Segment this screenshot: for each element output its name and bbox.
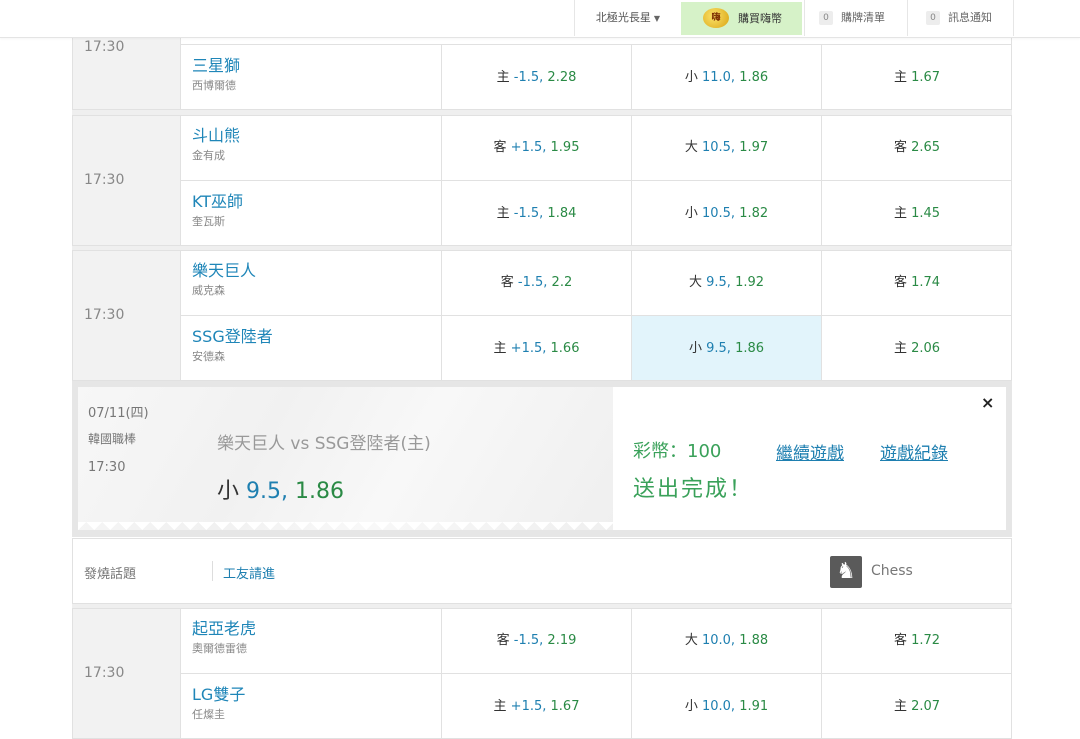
game-history-link[interactable]: 遊戲紀錄: [880, 439, 948, 464]
game-block: 17:30 斗山熊 金有成 客 +1.5, 1.95 大 10.5, 1.97 …: [72, 115, 1012, 246]
bet-slip-count: 0: [819, 11, 833, 25]
user-name: 北極光長星: [595, 11, 651, 24]
bet-date: 07/11(四): [88, 406, 149, 421]
game-block: 17:30 三星獅 西博爾德 主 -1.5, 2.28 小 11.0, 1.86…: [72, 29, 1012, 110]
game-block: 17:30 起亞老虎 奧爾德雷德 客 -1.5, 2.19 大 10.0, 1.…: [72, 608, 1012, 739]
confirmation-card: 07/11(四) 韓國職棒 17:30 樂天巨人 vs SSG登陸者(主) 小 …: [78, 387, 1006, 530]
close-icon[interactable]: ×: [981, 393, 994, 412]
block-border: [72, 115, 1012, 246]
submit-complete-message: 送出完成！: [633, 477, 754, 502]
bet-slip-button[interactable]: 0 購牌清單: [804, 0, 907, 36]
hot-topics-bar: 發燒話題 工友請進 ♞ Chess: [72, 538, 1012, 604]
chevron-down-icon: ▼: [653, 14, 661, 23]
hot-topic-link[interactable]: 工友請進: [223, 563, 275, 582]
top-bar: 北極光長星 ▼ 嗨 購買嗨幣 0 購牌清單 0 訊息通知: [0, 0, 1080, 38]
hot-topics-label: 發燒話題: [84, 567, 137, 582]
chess-label[interactable]: Chess: [871, 563, 913, 579]
bet-time: 17:30: [88, 460, 126, 475]
notifications-button[interactable]: 0 訊息通知: [907, 0, 1014, 36]
user-menu[interactable]: 北極光長星 ▼: [574, 0, 681, 36]
bet-slip-label: 購牌清單: [841, 11, 885, 24]
bet-matchup: 樂天巨人 vs SSG登陸者(主): [217, 434, 431, 454]
notifications-label: 訊息通知: [948, 11, 992, 24]
buy-coins-button[interactable]: 嗨 購買嗨幣: [681, 2, 802, 35]
coin-icon: 嗨: [703, 8, 729, 28]
buy-coins-label: 購買嗨幣: [738, 12, 782, 25]
chess-icon[interactable]: ♞: [830, 556, 862, 588]
bet-summary: 07/11(四) 韓國職棒 17:30 樂天巨人 vs SSG登陸者(主) 小 …: [78, 387, 613, 530]
block-border: [72, 250, 1012, 381]
bet-pick: 小 9.5, 1.86: [217, 479, 344, 504]
game-block: 17:30 樂天巨人 威克森 客 -1.5, 2.2 大 9.5, 1.92 客…: [72, 250, 1012, 381]
block-border: [72, 608, 1012, 739]
coin-amount: 彩幣：100: [633, 441, 722, 462]
divider: [212, 561, 213, 581]
bet-league: 韓國職棒: [88, 432, 137, 446]
continue-game-link[interactable]: 繼續遊戲: [776, 439, 844, 464]
zigzag-edge: [78, 522, 613, 530]
notifications-count: 0: [926, 11, 940, 25]
block-border: [72, 29, 1012, 110]
bet-confirmation-panel: 07/11(四) 韓國職棒 17:30 樂天巨人 vs SSG登陸者(主) 小 …: [72, 381, 1012, 537]
divider: [1013, 0, 1014, 36]
